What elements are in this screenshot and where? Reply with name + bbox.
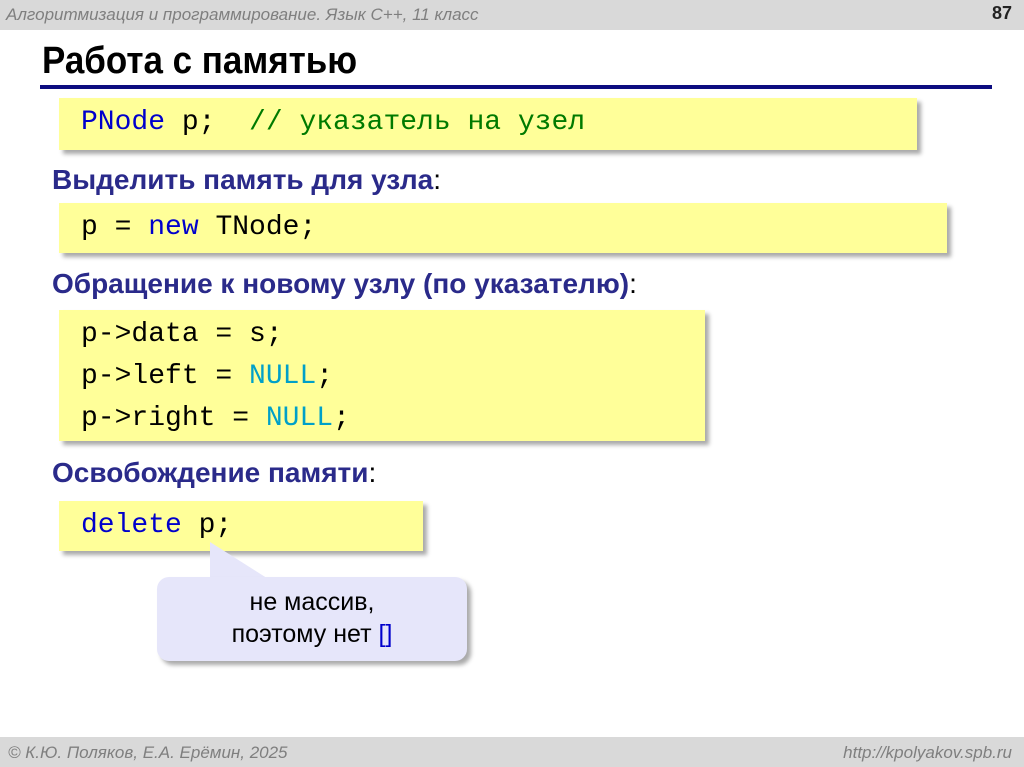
code-type: PNode [81,107,166,138]
heading-colon: : [433,164,441,195]
callout-line: поэтому нет [231,620,379,648]
code-text: ; [316,361,334,392]
code-block-access: p->data = s; p->left = NULL; p->right = … [59,310,705,441]
heading-colon: : [629,268,637,299]
heading-text: Освобождение памяти [52,457,369,488]
footer-authors: © К.Ю. Поляков, Е.А. Ерёмин, 2025 [8,743,288,762]
callout-note: не массив, поэтому нет [] [157,577,467,661]
heading-text: Обращение к новому узлу (по указателю) [52,268,630,299]
code-keyword: new [148,212,199,243]
footer-bar: © К.Ю. Поляков, Е.А. Ерёмин, 2025 http:/… [0,737,1024,767]
code-comment: // указатель на узел [249,107,586,138]
code-text: p->right = [81,403,266,434]
code-text: TNode; [198,212,317,243]
course-title: Алгоритмизация и программирование. Язык … [6,5,479,24]
callout-brackets: [] [378,620,393,648]
code-block-declaration: PNode p; // указатель на узел [59,98,917,150]
heading-colon: : [368,457,377,488]
code-text: p; [181,510,233,541]
slide-title: Работа с памятью [42,40,358,82]
heading-access: Обращение к новому узлу (по указателю): [52,268,637,300]
code-block-delete: delete p; [59,501,423,551]
code-text: ; [333,403,350,434]
page-number: 87 [991,3,1012,23]
header-bar: Алгоритмизация и программирование. Язык … [0,0,1024,30]
heading-text: Выделить память для узла [52,164,434,195]
code-constant: NULL [265,403,334,434]
callout-line: не массив, [249,588,375,616]
code-constant: NULL [249,361,317,392]
heading-allocate: Выделить память для узла: [52,164,441,196]
code-block-allocate: p = new TNode; [59,203,947,253]
code-keyword: delete [81,510,182,541]
footer-url[interactable]: http://kpolyakov.spb.ru [843,743,1012,763]
code-text: p; [165,107,250,138]
title-divider [40,85,992,89]
code-text: p->left = [81,361,250,392]
code-line: p->data = s; [81,319,283,350]
heading-free: Освобождение памяти: [52,457,376,489]
code-text: p = [81,212,149,243]
